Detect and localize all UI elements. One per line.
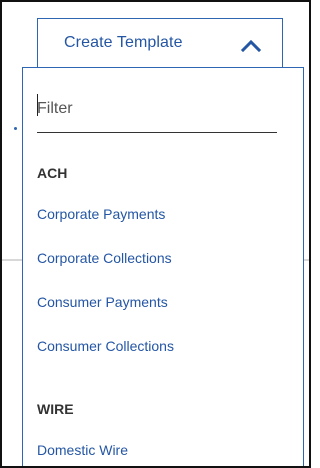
background-bullet xyxy=(14,127,17,130)
filter-field[interactable] xyxy=(37,90,277,133)
menu-item-consumer-collections[interactable]: Consumer Collections xyxy=(37,338,174,354)
chevron-up-icon xyxy=(240,39,262,52)
menu-item-consumer-payments[interactable]: Consumer Payments xyxy=(37,294,168,310)
text-cursor xyxy=(37,94,38,116)
group-label-ach: ACH xyxy=(37,165,68,181)
create-template-label: Create Template xyxy=(64,34,183,51)
background-divider-right xyxy=(304,259,309,261)
create-template-button[interactable]: Create Template xyxy=(37,18,283,68)
filter-input[interactable] xyxy=(37,90,277,128)
menu-item-corporate-collections[interactable]: Corporate Collections xyxy=(37,250,172,266)
screenshot-frame: Create Template ACH Corporate Payments C… xyxy=(0,0,311,468)
menu-item-corporate-payments[interactable]: Corporate Payments xyxy=(37,206,165,222)
group-label-wire: WIRE xyxy=(37,401,74,417)
background-divider-left xyxy=(2,259,22,261)
template-dropdown-menu: ACH Corporate Payments Corporate Collect… xyxy=(22,67,304,466)
menu-item-domestic-wire[interactable]: Domestic Wire xyxy=(37,442,128,458)
